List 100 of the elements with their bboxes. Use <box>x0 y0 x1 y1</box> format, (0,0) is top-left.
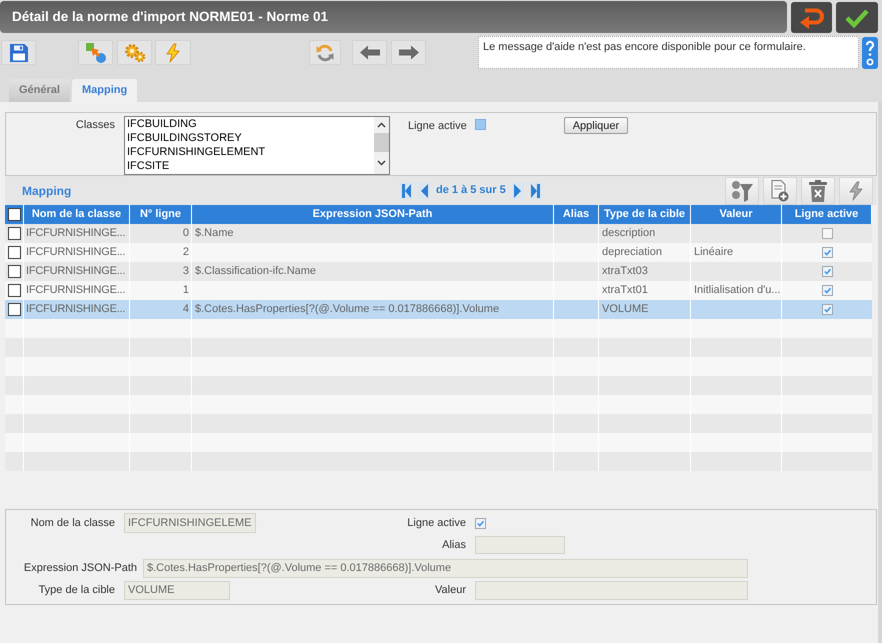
mapping-title: Mapping <box>22 182 72 200</box>
shapes-arrow-icon <box>86 42 106 62</box>
table-row[interactable]: IFCFURNISHINGE... 0 $.Name description <box>5 224 872 243</box>
next-button[interactable] <box>391 40 426 65</box>
table-cell-text: VOLUME <box>602 302 648 318</box>
return-button[interactable] <box>791 2 832 33</box>
arrow-right-icon <box>398 45 418 60</box>
list-item[interactable]: IFCBUILDINGSTOREY <box>125 131 374 145</box>
column-header[interactable]: Expression JSON-Path <box>312 206 432 223</box>
refresh-button[interactable] <box>309 40 341 65</box>
table-cell-text: $.Name <box>195 226 234 242</box>
table-cell-text: depreciation <box>602 245 662 260</box>
table-cell-text: 1 <box>182 283 189 298</box>
previous-button[interactable] <box>352 40 387 65</box>
table-cell-text: 4 <box>182 302 189 318</box>
active-checkbox[interactable] <box>822 285 832 296</box>
table-row[interactable]: IFCFURNISHINGE... 4 $.Cotes.HasProperties[?(@.Volume == 0.017886668)].Volume VOLUME <box>5 300 872 319</box>
table-row[interactable]: IFCFURNISHINGE... 1 xtraTxt01 Initlialisation d'u... <box>5 281 872 300</box>
target-type-field[interactable]: VOLUME <box>124 581 230 600</box>
gears-icon <box>124 42 146 62</box>
list-item[interactable]: IFCSITE <box>125 159 374 173</box>
table-cell-text: IFCFURNISHINGE... <box>26 245 126 260</box>
field-label: Nom de la classe <box>30 516 115 531</box>
apply-button[interactable]: Appliquer <box>564 117 628 134</box>
row-checkbox[interactable] <box>8 265 20 278</box>
previous-page-button[interactable] <box>418 182 430 199</box>
field-label: Type de la cible <box>38 583 115 598</box>
table-cell-text: 3 <box>182 264 189 280</box>
last-page-button[interactable] <box>530 182 542 199</box>
field-label: Ligne active <box>407 516 466 531</box>
expression-field[interactable]: $.Cotes.HasProperties[?(@.Volume == 0.017886668)].Volume <box>143 559 748 578</box>
row-checkbox[interactable] <box>8 227 20 240</box>
help-icon[interactable] <box>862 36 878 68</box>
table-cell-text: Initlialisation d'u... <box>694 283 780 298</box>
next-page-icon <box>514 184 522 198</box>
save-icon <box>10 44 28 62</box>
active-filter-checkbox[interactable] <box>474 119 486 130</box>
scrollbar[interactable] <box>374 117 389 174</box>
table-cell-text: IFCFURNISHINGE... <box>26 283 126 298</box>
last-page-icon <box>531 184 540 198</box>
window-title: Détail de la norme d'import NORME01 - Norme 01 <box>12 8 328 26</box>
pagination-text: de 1 à 5 sur 5 <box>436 183 506 198</box>
shapes-button[interactable] <box>78 40 113 65</box>
table-row[interactable]: IFCFURNISHINGE... 3 $.Classification-ifc.Name xtraTxt03 <box>5 262 872 281</box>
table-cell-text: Linéaire <box>694 245 734 260</box>
help-message: Le message d'aide n'est pas encore disponible pour ce formulaire. <box>478 36 859 69</box>
table-cell-text: $.Cotes.HasProperties[?(@.Volume == 0.017886668)].Volume <box>195 302 500 318</box>
previous-page-icon <box>420 184 428 198</box>
tab[interactable]: Mapping <box>72 79 138 102</box>
lightning-icon <box>165 42 181 62</box>
table-row[interactable]: IFCFURNISHINGE... 2 depreciation Linéaire <box>5 243 872 262</box>
alias-field[interactable] <box>475 536 565 554</box>
table-cell-text: IFCFURNISHINGE... <box>26 302 126 318</box>
tab[interactable]: Général <box>9 79 70 102</box>
active-checkbox[interactable] <box>822 266 832 277</box>
run-button[interactable] <box>839 176 873 204</box>
field-label: Valeur <box>435 583 466 598</box>
column-header[interactable]: Type de la cible <box>604 206 686 223</box>
first-page-button[interactable] <box>400 182 412 199</box>
confirm-button[interactable] <box>836 2 878 33</box>
active-checkbox[interactable] <box>475 518 486 528</box>
scroll-down-icon[interactable] <box>377 160 386 166</box>
row-checkbox[interactable] <box>8 246 20 259</box>
active-checkbox[interactable] <box>822 247 832 258</box>
list-item[interactable]: IFCFURNISHINGELEMENT <box>125 145 374 159</box>
column-header[interactable]: Nom de la classe <box>32 206 122 223</box>
column-header[interactable]: Ligne active <box>794 206 858 223</box>
scrollbar-thumb[interactable] <box>374 133 389 152</box>
checkmark-icon <box>845 8 869 28</box>
first-page-icon <box>402 184 410 198</box>
table-cell-text: IFCFURNISHINGE... <box>26 264 126 280</box>
classes-label: Classes <box>76 118 115 133</box>
gears-button[interactable] <box>117 40 152 65</box>
add-row-button[interactable] <box>763 176 797 204</box>
next-page-button[interactable] <box>512 182 524 199</box>
column-header[interactable]: N° ligne <box>140 206 182 223</box>
active-checkbox[interactable] <box>822 304 832 315</box>
row-checkbox[interactable] <box>8 284 20 297</box>
active-filter-label: Ligne active <box>408 119 467 134</box>
value-field[interactable] <box>475 581 748 600</box>
field-label: Expression JSON-Path <box>24 561 137 576</box>
active-checkbox[interactable] <box>822 228 832 239</box>
scroll-up-icon[interactable] <box>377 122 386 128</box>
class-name-field[interactable]: IFCFURNISHINGELEME <box>124 513 256 533</box>
column-header[interactable]: Valeur <box>719 206 753 223</box>
table-cell-text: 0 <box>182 226 189 242</box>
row-checkbox[interactable] <box>8 303 20 316</box>
select-all-checkbox[interactable] <box>8 208 20 221</box>
list-item[interactable]: IFCBUILDING <box>125 117 374 131</box>
table-cell-text: 2 <box>182 245 189 260</box>
table-cell-text: IFCFURNISHINGE... <box>26 226 126 242</box>
lightning-button[interactable] <box>155 40 191 65</box>
table-cell-text: $.Classification-ifc.Name <box>195 264 316 280</box>
column-header[interactable]: Alias <box>562 206 590 223</box>
delete-row-button[interactable] <box>801 176 835 204</box>
save-button[interactable] <box>1 40 36 65</box>
table-cell-text: description <box>602 226 656 242</box>
sort-filter-button[interactable] <box>725 176 759 204</box>
classes-listbox[interactable]: IFCBUILDING IFCBUILDINGSTOREY IFCFURNISHINGELEMENT IFCSITE <box>124 116 390 175</box>
arrow-left-icon <box>360 45 380 60</box>
